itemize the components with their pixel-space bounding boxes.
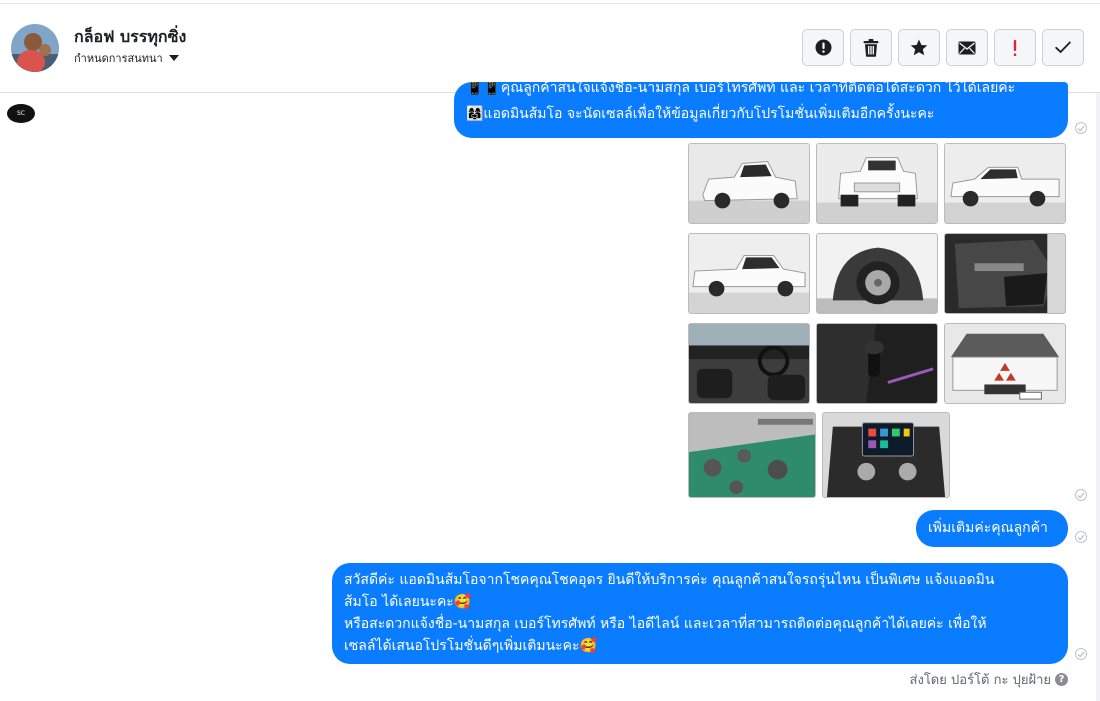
sent-by-text: ส่งโดย ปอร์โต้ กะ ปุยฝ้าย [909, 673, 1051, 688]
scrollbar[interactable] [1096, 93, 1100, 701]
photo-truck-side[interactable] [944, 143, 1066, 224]
message-line: สวัสดีค่ะ แอดมินส้มโอจากโชคคุณโชคอุดร ยิ… [344, 572, 995, 588]
star-button[interactable] [898, 29, 940, 66]
photo-door-panel[interactable] [944, 233, 1066, 314]
delete-button[interactable] [850, 29, 892, 66]
photo-wheel[interactable] [816, 233, 938, 314]
page-logo: SC [7, 104, 35, 123]
seen-check-icon [1075, 489, 1087, 501]
avatar[interactable] [11, 24, 59, 72]
sent-by-label: ส่งโดย ปอร์โต้ กะ ปุยฝ้าย ? [910, 669, 1068, 690]
trash-icon [863, 38, 879, 57]
seen-check-icon [1075, 122, 1087, 134]
photo-radio[interactable] [822, 412, 950, 498]
checkmark-icon [1055, 41, 1071, 53]
seen-check-icon [1075, 648, 1087, 660]
seen-check-icon [1075, 531, 1087, 543]
photo-gear-shift[interactable] [816, 323, 938, 404]
conversation-header: กล็อฟ บรรทุกซิ่ง กำหนดการสนทนา [0, 5, 1100, 93]
follow-up-button[interactable] [802, 29, 844, 66]
message-line: 📱📱คุณลูกค้าสนใจแจ้งชื่อ-นามสกุล เบอร์โทร… [466, 82, 1016, 96]
message-line: ส้มโอ ได้เลยนะคะ🥰 [344, 594, 472, 610]
message-line: เพิ่มเติมค่ะคุณลูกค้า [928, 520, 1048, 536]
exclamation-circle-icon [815, 39, 831, 56]
photo-engine[interactable] [944, 323, 1066, 404]
question-circle-icon[interactable]: ? [1055, 673, 1068, 686]
contact-name[interactable]: กล็อฟ บรรทุกซิ่ง [74, 25, 186, 50]
star-icon [910, 39, 928, 56]
page-logo-text: SC [17, 110, 25, 117]
assign-conversation-dropdown[interactable]: กำหนดการสนทนา [74, 49, 179, 67]
done-button[interactable] [1042, 29, 1084, 66]
photo-dashboard[interactable] [688, 323, 810, 404]
envelope-icon [958, 41, 976, 54]
photo-truck-side-2[interactable] [688, 233, 810, 314]
caret-down-icon [168, 55, 179, 61]
message-bubble[interactable]: สวัสดีค่ะ แอดมินส้มโอจากโชคคุณโชคอุดร ยิ… [332, 563, 1068, 664]
message-line: เซลล์ได้เสนอโปรโมชั่นดีๆเพิ่มเติมนะคะ🥰 [344, 638, 597, 654]
message-line: 👩‍👩‍👧แอดมินส้มโอ จะนัดเซลล์เพื่อให้ข้อมู… [466, 106, 935, 122]
mark-unread-button[interactable] [946, 29, 988, 66]
red-exclamation-icon [1013, 39, 1017, 56]
header-actions [802, 29, 1084, 66]
spam-button[interactable] [994, 29, 1036, 66]
assign-conversation-label: กำหนดการสนทนา [74, 52, 163, 65]
top-border [0, 0, 1100, 4]
message-line: หรือสะดวกแจ้งชื่อ-นามสกุล เบอร์โทรศัพท์ … [344, 616, 987, 632]
photo-truck-rear[interactable] [816, 143, 938, 224]
photo-parts[interactable] [688, 412, 816, 498]
help-glyph: ? [1058, 674, 1065, 685]
photo-truck-rear-left[interactable] [688, 143, 810, 224]
message-bubble[interactable]: 📱📱คุณลูกค้าสนใจแจ้งชื่อ-นามสกุล เบอร์โทร… [454, 82, 1068, 138]
message-bubble[interactable]: เพิ่มเติมค่ะคุณลูกค้า [916, 510, 1068, 547]
